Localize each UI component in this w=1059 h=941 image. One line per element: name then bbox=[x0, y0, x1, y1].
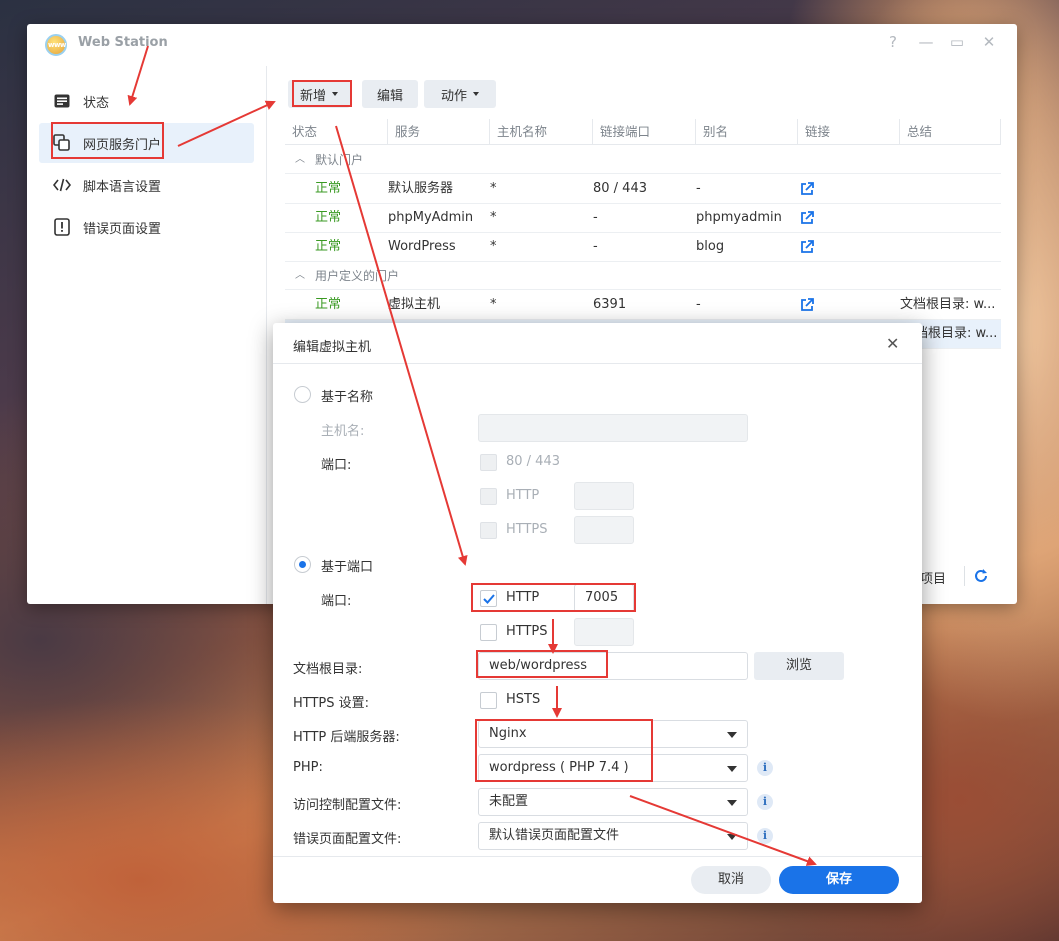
arrow-to-http-port bbox=[335, 125, 468, 566]
annotation-arrows bbox=[127, 45, 817, 866]
arrow-to-sidebar bbox=[127, 45, 149, 106]
arrow-to-save-button bbox=[629, 795, 817, 866]
arrow-to-add-button bbox=[177, 100, 276, 147]
